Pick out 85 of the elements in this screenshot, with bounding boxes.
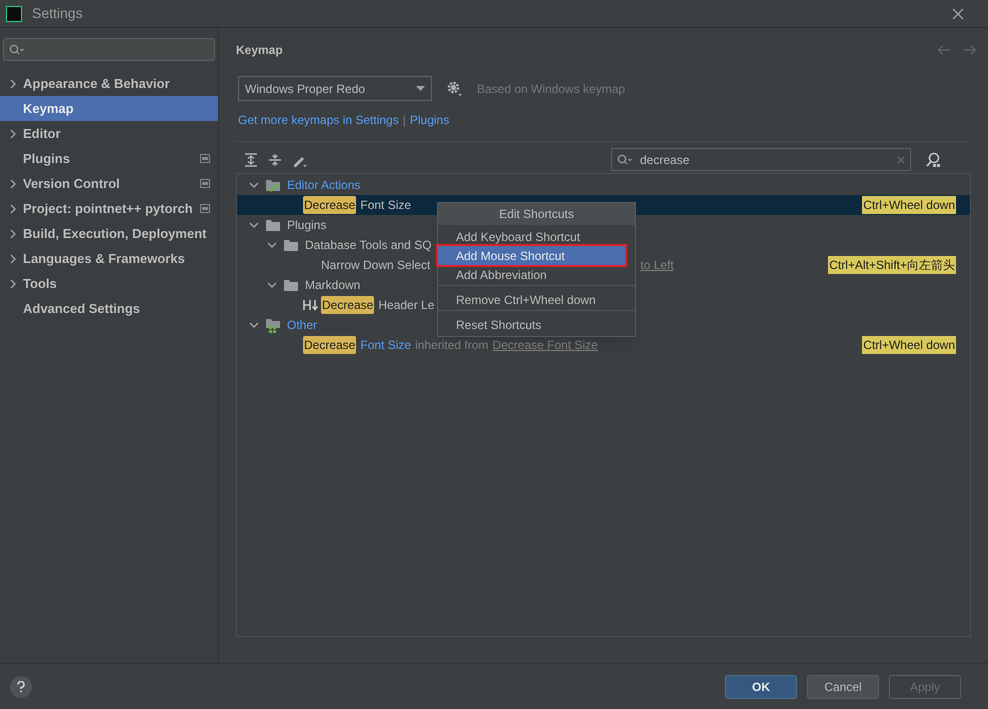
- folder-icon: [265, 218, 281, 232]
- group-label: Database Tools and SQ: [305, 237, 432, 254]
- action-name: Header Le: [378, 297, 434, 314]
- app-logo-icon: [6, 6, 22, 22]
- shortcut-label: Ctrl+Wheel down: [862, 196, 956, 214]
- menu-item[interactable]: Reset Shortcuts: [438, 310, 635, 334]
- heading-down-icon: [303, 299, 319, 311]
- folder-icon: [283, 238, 299, 252]
- project-settings-icon: [200, 154, 210, 163]
- link-separator: |: [402, 112, 406, 129]
- page-title: Keymap: [236, 42, 283, 59]
- chevron-right-icon[interactable]: [8, 78, 18, 88]
- close-icon[interactable]: [952, 8, 964, 20]
- action-name: Font Size: [360, 197, 412, 214]
- match-highlight[interactable]: Decrease: [303, 196, 356, 214]
- sidebar-item-label: Tools: [23, 274, 57, 293]
- match-highlight[interactable]: Decrease: [321, 296, 374, 314]
- search-icon: [617, 154, 633, 166]
- sidebar-item[interactable]: Version Control: [0, 171, 218, 196]
- dialog-button[interactable]: Cancel: [807, 674, 879, 698]
- action-link-text: Font Size: [360, 337, 412, 354]
- chevron-right-icon[interactable]: [8, 254, 18, 264]
- sidebar-item-label: Version Control: [23, 174, 120, 193]
- chevron-right-icon[interactable]: [8, 278, 18, 288]
- chevron-right-icon[interactable]: [8, 228, 18, 238]
- sidebar-item[interactable]: Languages & Frameworks: [0, 246, 218, 271]
- shortcut-label: Ctrl+Wheel down: [862, 336, 956, 354]
- menu-title: Edit Shortcuts: [499, 206, 574, 223]
- menu-item[interactable]: Remove Ctrl+Wheel down: [438, 285, 635, 309]
- group-label: Markdown: [305, 277, 360, 294]
- gear-icon[interactable]: [446, 80, 463, 97]
- sidebar-item-label: Languages & Frameworks: [23, 250, 185, 268]
- keymap-dropdown[interactable]: Windows Proper Redo: [238, 76, 432, 101]
- chevron-down-icon[interactable]: [249, 220, 259, 230]
- group-label: Plugins: [287, 217, 326, 234]
- action-name[interactable]: Narrow Down Select: [321, 256, 430, 274]
- sidebar-item[interactable]: Project: pointnet++ pytorch: [0, 196, 218, 221]
- folder-grid-icon: [265, 317, 281, 333]
- based-on-note: Based on Windows keymap: [477, 80, 626, 98]
- sidebar-item[interactable]: Keymap: [0, 96, 218, 121]
- search-field[interactable]: [3, 38, 215, 61]
- folder-icon: [283, 278, 299, 292]
- sidebar-item[interactable]: Build, Execution, Deployment: [0, 221, 218, 246]
- sidebar-item[interactable]: Advanced Settings: [0, 296, 218, 321]
- chevron-right-icon[interactable]: [8, 128, 18, 138]
- shortcut-label: Ctrl+Alt+Shift+向左箭头: [828, 256, 956, 274]
- group-label: Editor Actions: [287, 177, 360, 194]
- collapse-all-icon[interactable]: [268, 152, 282, 166]
- sidebar-item-label: Keymap: [23, 100, 74, 118]
- inherited-note: inherited from: [415, 337, 488, 354]
- chevron-down-icon[interactable]: [267, 240, 277, 250]
- menu-item[interactable]: Add Abbreviation: [438, 265, 635, 284]
- sidebar-item-label: Advanced Settings: [23, 300, 140, 318]
- chevron-down-icon[interactable]: [267, 280, 277, 290]
- sidebar-item-label: Editor: [23, 124, 61, 143]
- dialog-button[interactable]: OK: [725, 674, 797, 698]
- menu-item[interactable]: Add Mouse Shortcut: [438, 246, 625, 265]
- sidebar-item[interactable]: Tools: [0, 271, 218, 296]
- project-settings-icon: [200, 204, 210, 213]
- group-label: Other: [287, 317, 318, 334]
- folder-pencil-icon: [265, 178, 281, 192]
- match-highlight[interactable]: Decrease: [303, 336, 356, 354]
- find-shortcut-icon[interactable]: [925, 152, 941, 168]
- chevron-down-icon[interactable]: [249, 320, 259, 330]
- chevron-right-icon[interactable]: [8, 204, 18, 214]
- expand-all-icon[interactable]: [244, 152, 258, 166]
- window-title: Settings: [32, 4, 83, 23]
- sidebar-item[interactable]: Editor: [0, 121, 218, 146]
- plugins-link[interactable]: Plugins: [410, 111, 450, 129]
- menu-item[interactable]: Add Keyboard Shortcut: [438, 227, 635, 246]
- sidebar-item[interactable]: Appearance & Behavior: [0, 71, 218, 96]
- keymaps-settings-link[interactable]: Get more keymaps in Settings: [238, 111, 399, 129]
- caret-icon: [416, 86, 425, 91]
- sidebar-item-label: Project: pointnet++ pytorch: [23, 200, 193, 218]
- project-settings-icon: [200, 179, 210, 188]
- chevron-down-icon[interactable]: [249, 180, 259, 190]
- help-icon: [17, 680, 25, 692]
- filter-field[interactable]: decrease: [611, 148, 911, 171]
- sidebar-item-label: Appearance & Behavior: [23, 74, 170, 93]
- chevron-right-icon[interactable]: [8, 178, 18, 188]
- sidebar-item-label: Plugins: [23, 150, 70, 168]
- sidebar-item[interactable]: Plugins: [0, 146, 218, 171]
- help-button[interactable]: [10, 676, 32, 698]
- sidebar-item-label: Build, Execution, Deployment: [23, 224, 206, 243]
- search-icon: [9, 44, 25, 56]
